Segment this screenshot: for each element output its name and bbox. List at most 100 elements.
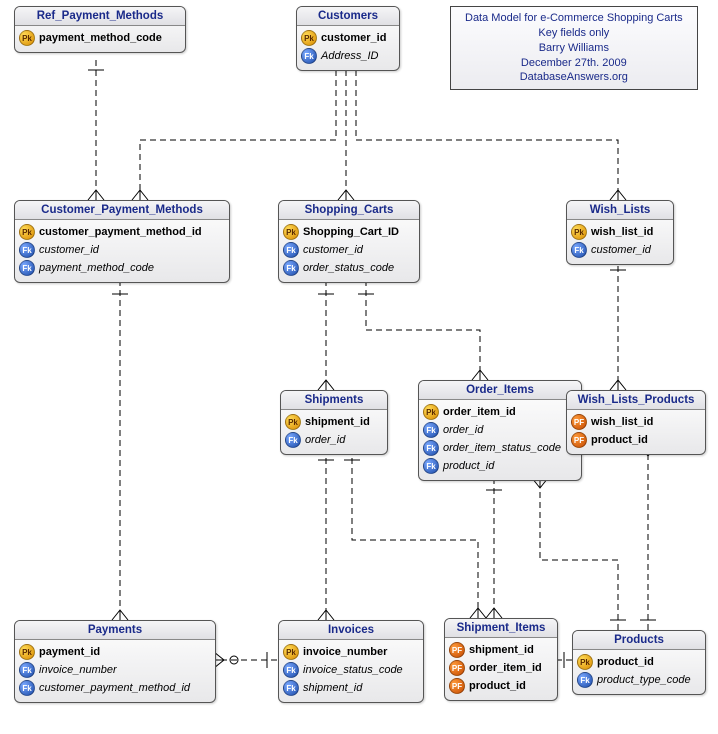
entity-field: Fk customer_id <box>15 241 229 259</box>
pk-key-icon: Pk <box>19 644 35 660</box>
entity-field: Fk order_id <box>281 431 387 449</box>
field-name: customer_payment_method_id <box>39 682 190 694</box>
field-name: Shopping_Cart_ID <box>303 226 399 238</box>
fk-key-icon: Fk <box>285 432 301 448</box>
entity-field: Fkinvoice_number <box>15 661 215 679</box>
field-name: shipment_id <box>469 644 534 656</box>
entity-customers: Customers Pk customer_id FkAddress_ID <box>296 6 400 71</box>
entity-field: Pk customer_payment_method_id <box>15 223 229 241</box>
entity-title: Customer_Payment_Methods <box>15 201 229 220</box>
info-line: Key fields only <box>465 26 683 41</box>
fk-key-icon: Fk <box>283 242 299 258</box>
field-name: customer_id <box>39 244 99 256</box>
entity-field: Pk payment_id <box>15 643 215 661</box>
fk-key-icon: Fk <box>577 672 593 688</box>
entity-field: Pkorder_item_id <box>419 403 581 421</box>
info-line: December 27th. 2009 <box>465 56 683 71</box>
field-name: product_id <box>591 434 648 446</box>
entity-title: Shopping_Carts <box>279 201 419 220</box>
entity-shipments: Shipments Pk shipment_id Fk order_id <box>280 390 388 455</box>
entity-field: Fk invoice_status_code <box>279 661 423 679</box>
entity-wish-lists-products: Wish_Lists_Products PFwish_list_idPF produ… <box>566 390 706 455</box>
entity-field: Fk customer_id <box>279 241 419 259</box>
entity-field: PF shipment_id <box>445 641 557 659</box>
pk-key-icon: Pk <box>19 30 35 46</box>
entity-title: Customers <box>297 7 399 26</box>
field-name: payment_method_code <box>39 262 154 274</box>
entity-field: PF product_id <box>445 677 557 695</box>
field-name: invoice_number <box>303 646 387 658</box>
fk-key-icon: Fk <box>301 48 317 64</box>
field-name: order_item_status_code <box>443 442 561 454</box>
entity-wish-lists: Wish_Lists Pk wish_list_id Fkcustomer_id <box>566 200 674 265</box>
field-name: order_id <box>305 434 345 446</box>
fk-key-icon: Fk <box>19 242 35 258</box>
field-name: invoice_status_code <box>303 664 403 676</box>
entity-field: Fk order_status_code <box>279 259 419 277</box>
entity-ref-payment-methods: Ref_Payment_MethodsPkpayment_method_code <box>14 6 186 53</box>
field-name: payment_id <box>39 646 100 658</box>
entity-field: Fk product_id <box>419 457 581 475</box>
field-name: order_status_code <box>303 262 394 274</box>
entity-title: Wish_Lists_Products <box>567 391 705 410</box>
entity-field: Fkshipment_id <box>279 679 423 697</box>
field-name: customer_id <box>303 244 363 256</box>
pk-key-icon: Pk <box>577 654 593 670</box>
diagram-info-box: Data Model for e-Commerce Shopping Carts… <box>450 6 698 90</box>
pk-key-icon: Pk <box>285 414 301 430</box>
entity-field: Pk shipment_id <box>281 413 387 431</box>
field-name: order_id <box>443 424 483 436</box>
entity-shopping-carts: Shopping_CartsPkShopping_Cart_IDFkcustom… <box>278 200 420 283</box>
entity-customer-payment-methods: Customer_Payment_Methods Pk customer_payme… <box>14 200 230 283</box>
entity-field: Fk payment_method_code <box>15 259 229 277</box>
fk-key-icon: Fk <box>19 680 35 696</box>
field-name: payment_method_code <box>39 32 162 44</box>
pf-key-icon: PF <box>449 678 465 694</box>
entity-title: Payments <box>15 621 215 640</box>
field-name: shipment_id <box>305 416 370 428</box>
field-name: product_type_code <box>597 674 691 686</box>
fk-key-icon: Fk <box>19 662 35 678</box>
fk-key-icon: Fk <box>283 662 299 678</box>
entity-field: Fkcustomer_id <box>567 241 673 259</box>
entity-products: Products Pkproduct_idFk product_type_code <box>572 630 706 695</box>
pk-key-icon: Pk <box>571 224 587 240</box>
field-name: customer_payment_method_id <box>39 226 202 238</box>
field-name: order_item_id <box>443 406 516 418</box>
entity-field: Pkproduct_id <box>573 653 705 671</box>
info-line: Barry Williams <box>465 41 683 56</box>
fk-key-icon: Fk <box>19 260 35 276</box>
field-name: wish_list_id <box>591 226 653 238</box>
entity-field: Pk customer_id <box>297 29 399 47</box>
entity-payments: Payments Pk payment_id Fkinvoice_numberFkcu… <box>14 620 216 703</box>
field-name: shipment_id <box>303 682 362 694</box>
info-line: Data Model for e-Commerce Shopping Carts <box>465 11 683 26</box>
field-name: product_id <box>469 680 526 692</box>
entity-field: Fkorder_item_status_code <box>419 439 581 457</box>
fk-key-icon: Fk <box>283 260 299 276</box>
field-name: order_item_id <box>469 662 542 674</box>
entity-field: Pkinvoice_number <box>279 643 423 661</box>
fk-key-icon: Fk <box>571 242 587 258</box>
field-name: wish_list_id <box>591 416 653 428</box>
entity-field: FkAddress_ID <box>297 47 399 65</box>
entity-field: PForder_item_id <box>445 659 557 677</box>
field-name: product_id <box>443 460 494 472</box>
entity-title: Invoices <box>279 621 423 640</box>
entity-title: Wish_Lists <box>567 201 673 220</box>
entity-invoices: Invoices Pkinvoice_numberFk invoice_status… <box>278 620 424 703</box>
fk-key-icon: Fk <box>423 458 439 474</box>
pf-key-icon: PF <box>449 642 465 658</box>
entity-title: Shipments <box>281 391 387 410</box>
pk-key-icon: Pk <box>301 30 317 46</box>
field-name: customer_id <box>321 32 386 44</box>
pk-key-icon: Pk <box>19 224 35 240</box>
entity-field: PFwish_list_id <box>567 413 705 431</box>
entity-order-items: Order_ItemsPkorder_item_idFkorder_idFkor… <box>418 380 582 481</box>
entity-field: Fkorder_id <box>419 421 581 439</box>
entity-title: Order_Items <box>419 381 581 400</box>
pf-key-icon: PF <box>571 432 587 448</box>
entity-title: Products <box>573 631 705 650</box>
entity-field: Pk payment_method_code <box>15 29 185 47</box>
entity-shipment-items: Shipment_ItemsPFshipment_idPForder_item_… <box>444 618 558 701</box>
